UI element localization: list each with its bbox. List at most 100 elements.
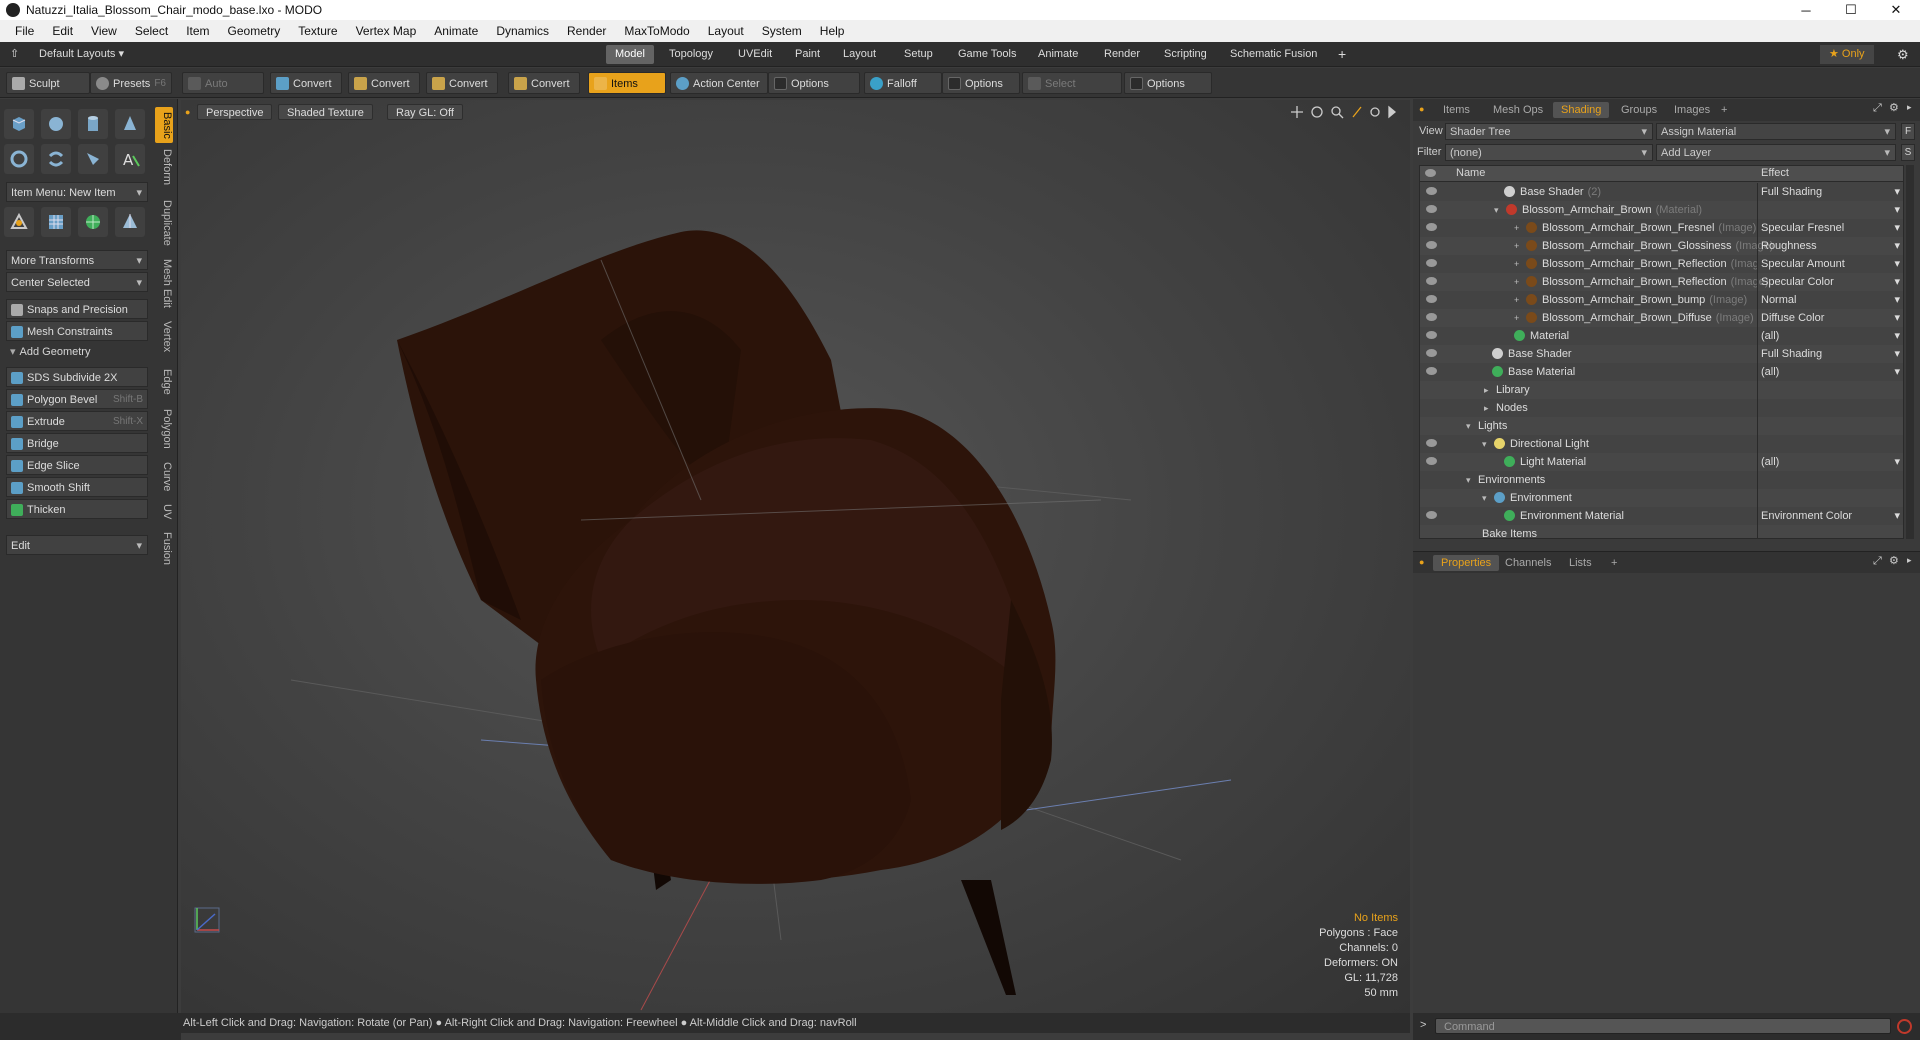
properties-arrow-icon[interactable]: ▸ — [1907, 555, 1912, 566]
gear-icon[interactable]: ⚙ — [1888, 45, 1918, 64]
row-effect[interactable]: (all) — [1757, 363, 1903, 381]
more-transforms-dropdown[interactable]: More Transforms — [6, 250, 148, 271]
tool-sds-subdivide[interactable]: SDS Subdivide 2X — [6, 367, 148, 387]
snaps-precision-button[interactable]: Snaps and Precision — [6, 299, 148, 319]
maximize-button[interactable]: ☐ — [1829, 0, 1873, 20]
add-tab-button[interactable]: + — [1329, 45, 1355, 64]
panel-arrow-icon[interactable]: ▸ — [1907, 102, 1912, 113]
options-button-2[interactable]: Options — [942, 72, 1020, 94]
tab-mesh-ops[interactable]: Mesh Ops — [1485, 102, 1551, 118]
presets-button[interactable]: Presets F6 — [90, 72, 172, 94]
shader-tree-row[interactable]: Environment Material Environment Color — [1420, 507, 1903, 525]
row-effect[interactable]: Roughness — [1757, 237, 1903, 255]
visibility-eye-icon[interactable] — [1426, 259, 1437, 267]
tab-images[interactable]: Images — [1666, 102, 1718, 118]
expand-plus-icon[interactable]: + — [1514, 273, 1523, 291]
visibility-eye-icon[interactable] — [1426, 187, 1437, 195]
visibility-eye-icon[interactable] — [1426, 439, 1437, 447]
cone-icon[interactable] — [115, 109, 145, 139]
shader-tree-row[interactable]: ▾ Lights — [1420, 417, 1903, 435]
shader-tree-row[interactable]: Bake Items — [1420, 525, 1903, 538]
grid-icon[interactable] — [41, 207, 71, 237]
panel-gear-icon[interactable]: ⚙ — [1889, 101, 1899, 114]
convert-materials-button[interactable]: Convert — [508, 72, 580, 94]
shader-tree-row[interactable]: Base Shader Full Shading — [1420, 345, 1903, 363]
item-menu-dropdown[interactable]: Item Menu: New Item — [6, 182, 148, 203]
properties-gear-icon[interactable]: ⚙ — [1889, 554, 1899, 567]
shader-tree-row[interactable]: ▾ Environments — [1420, 471, 1903, 489]
properties-menu-icon[interactable]: ● — [1419, 557, 1424, 567]
expand-arrow-icon[interactable]: ▾ — [1466, 417, 1475, 435]
expand-arrow-icon[interactable]: ▾ — [1482, 489, 1491, 507]
vtab-curve[interactable]: Curve — [155, 459, 173, 495]
sculpt-button[interactable]: Sculpt — [6, 72, 90, 94]
visibility-eye-icon[interactable] — [1426, 313, 1437, 321]
expand-arrow-icon[interactable]: ▾ — [1466, 471, 1475, 489]
add-panel-tab-button[interactable]: + — [1713, 102, 1735, 118]
shader-tree-row[interactable]: Base Shader (2) Full Shading — [1420, 183, 1903, 201]
expand-plus-icon[interactable]: + — [1514, 219, 1523, 237]
vtab-fusion[interactable]: Fusion — [155, 529, 173, 569]
expand-properties-icon[interactable]: ⤢ — [1873, 555, 1882, 568]
row-effect[interactable]: Full Shading — [1757, 183, 1903, 201]
vtab-edge[interactable]: Edge — [155, 365, 173, 399]
expand-arrow-icon[interactable]: ▸ — [1484, 381, 1493, 399]
menu-render[interactable]: Render — [558, 24, 615, 38]
mesh-constraints-button[interactable]: Mesh Constraints — [6, 321, 148, 341]
shader-tree-row[interactable]: + Blossom_Armchair_Brown_bump (Image) Norma… — [1420, 291, 1903, 309]
tab-groups[interactable]: Groups — [1613, 102, 1665, 118]
add-geometry-header[interactable]: ▾ Add Geometry — [10, 345, 90, 358]
select-through-button[interactable]: Select Through — [1022, 72, 1122, 112]
minimize-button[interactable]: ─ — [1784, 0, 1828, 20]
command-input[interactable]: Command — [1435, 1018, 1891, 1034]
sphere-icon[interactable] — [41, 109, 71, 139]
tab-layout[interactable]: Layout — [834, 45, 885, 64]
cylinder-icon[interactable] — [78, 109, 108, 139]
tab-topology[interactable]: Topology — [660, 45, 722, 64]
tab-channels[interactable]: Channels — [1497, 555, 1559, 571]
shader-tree-row[interactable]: ▸ Nodes — [1420, 399, 1903, 417]
default-layouts-dropdown[interactable]: Default Layouts ▾ — [30, 45, 133, 64]
vtab-basic[interactable]: Basic — [155, 107, 173, 143]
tab-model[interactable]: Model — [606, 45, 654, 64]
layout-expand-icon[interactable]: ⇧ — [6, 45, 28, 64]
action-center-button[interactable]: Action Center — [670, 72, 768, 94]
pen-icon[interactable] — [78, 144, 108, 174]
shader-tree-row[interactable]: + Blossom_Armchair_Brown_Diffuse (Image) Di… — [1420, 309, 1903, 327]
tab-items[interactable]: Items — [1435, 102, 1478, 118]
row-effect[interactable]: (all) — [1757, 453, 1903, 471]
tab-schematic-fusion[interactable]: Schematic Fusion — [1221, 45, 1326, 64]
menu-select[interactable]: Select — [126, 24, 177, 38]
visibility-eye-icon[interactable] — [1426, 331, 1437, 339]
record-icon[interactable] — [1897, 1019, 1912, 1034]
vtab-vertex[interactable]: Vertex — [155, 317, 173, 357]
cube-icon[interactable] — [4, 109, 34, 139]
shader-tree-row[interactable]: + Blossom_Armchair_Brown_Reflection (Image… — [1420, 273, 1903, 291]
shader-tree-row[interactable]: Material (all) — [1420, 327, 1903, 345]
menu-texture[interactable]: Texture — [289, 24, 346, 38]
tab-render[interactable]: Render — [1095, 45, 1149, 64]
tab-shading[interactable]: Shading — [1553, 102, 1610, 118]
column-name[interactable]: Name — [1456, 167, 1485, 179]
tool-bridge[interactable]: Bridge — [6, 433, 148, 453]
shader-tree-row[interactable]: ▾ Blossom_Armchair_Brown (Material) — [1420, 201, 1903, 219]
tool-thicken[interactable]: Thicken — [6, 499, 148, 519]
column-effect[interactable]: Effect — [1761, 167, 1789, 179]
menu-view[interactable]: View — [82, 24, 126, 38]
transform-icon[interactable] — [4, 207, 34, 237]
expand-panel-icon[interactable]: ⤢ — [1873, 102, 1882, 115]
capsule-icon[interactable] — [41, 144, 71, 174]
menu-item[interactable]: Item — [177, 24, 218, 38]
row-effect[interactable] — [1757, 201, 1903, 219]
row-effect[interactable]: Environment Color — [1757, 507, 1903, 525]
tool-edge-slice[interactable]: Edge Slice — [6, 455, 148, 475]
add-layer-shortcut[interactable]: S — [1901, 144, 1915, 161]
close-button[interactable]: ✕ — [1874, 0, 1918, 20]
expand-plus-icon[interactable]: + — [1514, 291, 1523, 309]
expand-plus-icon[interactable]: + — [1514, 237, 1523, 255]
tab-animate[interactable]: Animate — [1029, 45, 1087, 64]
vtab-uv[interactable]: UV — [155, 501, 173, 523]
auto-select-button[interactable]: Auto Select — [182, 72, 264, 112]
tab-game-tools[interactable]: Game Tools — [949, 45, 1026, 64]
expand-arrow-icon[interactable]: ▸ — [1484, 399, 1493, 417]
